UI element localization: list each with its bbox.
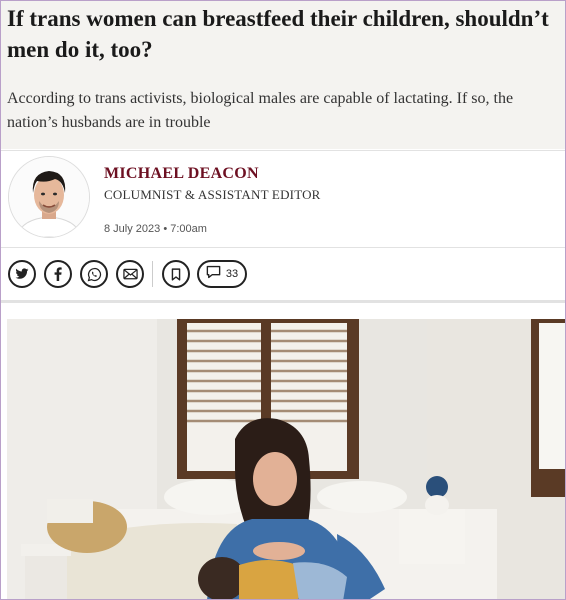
facebook-share-button[interactable] — [44, 260, 72, 288]
share-separator — [152, 261, 153, 287]
divider — [1, 247, 565, 248]
article-standfirst: According to trans activists, biological… — [7, 90, 514, 131]
divider — [1, 150, 565, 151]
article-header: If trans women can breastfeed their chil… — [1, 1, 565, 149]
twitter-icon — [15, 268, 29, 280]
author-name[interactable]: MICHAEL DEACON — [104, 165, 259, 183]
email-share-button[interactable] — [116, 260, 144, 288]
author-role: COLUMNIST & ASSISTANT EDITOR — [104, 187, 321, 202]
whatsapp-icon — [87, 267, 102, 282]
author-avatar[interactable] — [8, 156, 90, 238]
comment-count: 33 — [225, 268, 239, 280]
comment-icon — [206, 265, 221, 284]
publish-date: 8 July 2023 • 7:00am — [104, 223, 207, 235]
facebook-icon — [54, 267, 62, 281]
bookmark-button[interactable] — [162, 260, 190, 288]
email-icon — [122, 268, 138, 280]
twitter-share-button[interactable] — [8, 260, 36, 288]
bookmark-icon — [171, 267, 181, 281]
comments-button[interactable]: 33 — [197, 260, 247, 288]
divider — [1, 300, 565, 303]
article-headline: If trans women can breastfeed their chil… — [7, 6, 549, 62]
article-page: If trans women can breastfeed their chil… — [0, 0, 566, 600]
article-lead-photo — [7, 319, 565, 599]
whatsapp-share-button[interactable] — [80, 260, 108, 288]
